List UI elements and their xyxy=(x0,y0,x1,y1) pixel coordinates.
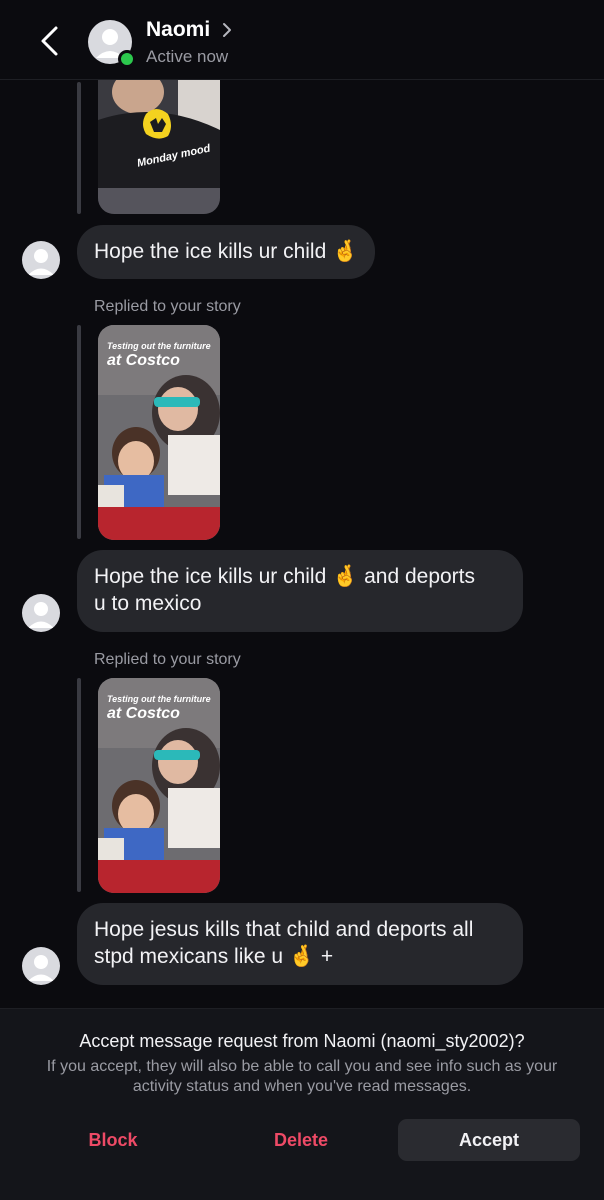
message-text-line: Hope jesus kills that child and deports … xyxy=(94,918,474,941)
active-status: Active now xyxy=(146,47,229,66)
reply-thread-line xyxy=(77,678,81,892)
default-avatar-icon xyxy=(28,602,54,628)
block-button[interactable]: Block xyxy=(52,1119,174,1161)
message-text-line: u to mexico xyxy=(94,592,202,615)
default-avatar-icon xyxy=(28,249,54,275)
story-thumbnail[interactable]: Monday mood xyxy=(98,80,220,214)
message-text: Hope the ice kills ur child 🤞 xyxy=(94,240,359,263)
story-caption-small: Testing out the furniture xyxy=(107,341,211,351)
chevron-left-icon[interactable] xyxy=(36,24,64,58)
sender-avatar[interactable] xyxy=(22,594,60,632)
message-bubble[interactable]: Hope the ice kills ur child 🤞 and deport… xyxy=(77,550,523,632)
message-request-panel: Accept message request from Naomi (naomi… xyxy=(0,1008,604,1200)
delete-button[interactable]: Delete xyxy=(240,1119,362,1161)
message-text-line: Hope the ice kills ur child 🤞 and deport… xyxy=(94,565,476,588)
accept-button[interactable]: Accept xyxy=(398,1119,580,1161)
message-bubble[interactable]: Hope jesus kills that child and deports … xyxy=(77,903,523,985)
message-bubble[interactable]: Hope the ice kills ur child 🤞 xyxy=(77,225,376,279)
story-caption-small: Testing out the furniture xyxy=(107,694,211,704)
chat-header: Naomi Active now xyxy=(0,0,604,80)
request-description: If you accept, they will also be able to… xyxy=(46,1058,558,1095)
chevron-right-icon[interactable] xyxy=(220,20,234,40)
reply-thread-line xyxy=(77,325,81,539)
avatar[interactable] xyxy=(88,20,136,68)
sender-avatar[interactable] xyxy=(22,947,60,985)
request-title: Accept message request from Naomi (naomi… xyxy=(79,1031,525,1051)
replied-to-story-label: Replied to your story xyxy=(94,651,241,668)
story-caption-large: at Costco xyxy=(107,705,180,722)
reply-thread-line xyxy=(77,82,81,214)
story-thumbnail[interactable]: Testing out the furniture at Costco xyxy=(98,325,220,540)
story-thumbnail[interactable]: Testing out the furniture at Costco xyxy=(98,678,220,893)
contact-name[interactable]: Naomi xyxy=(146,18,210,42)
default-avatar-icon xyxy=(28,955,54,981)
replied-to-story-label: Replied to your story xyxy=(94,298,241,315)
online-status-dot xyxy=(118,50,136,68)
story-caption-large: at Costco xyxy=(107,352,180,369)
message-text-line: stpd mexicans like u 🤞 + xyxy=(94,945,334,968)
sender-avatar[interactable] xyxy=(22,241,60,279)
